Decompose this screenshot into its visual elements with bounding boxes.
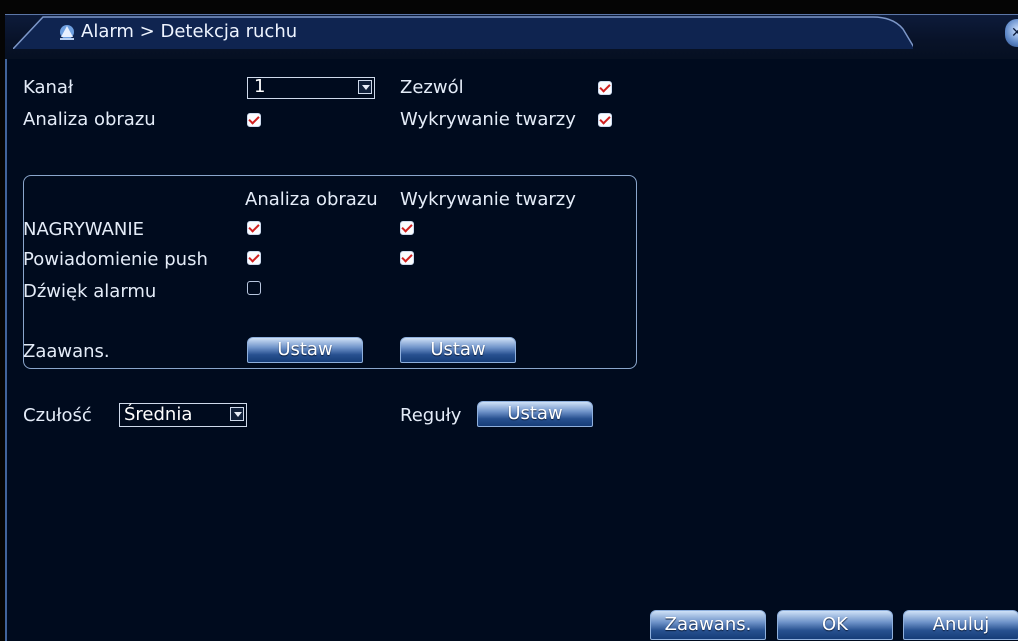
face-detection-label: Wykrywanie twarzy	[400, 109, 576, 130]
motion-detection-window: Alarm > Detekcja ruchu ✕ Kanał 1 Zezwól …	[5, 14, 1018, 641]
rules-label: Reguły	[400, 405, 462, 426]
alarm-sound-checkbox[interactable]	[247, 281, 261, 295]
record-label: NAGRYWANIE	[23, 219, 145, 240]
image-analysis-set-button[interactable]: Ustaw	[247, 337, 363, 363]
record-face-detection-checkbox[interactable]	[400, 221, 414, 235]
ok-button[interactable]: OK	[777, 610, 893, 640]
title-tab: Alarm > Detekcja ruchu	[13, 15, 913, 49]
alarm-app-icon	[57, 23, 77, 41]
push-notification-label: Powiadomienie push	[23, 249, 208, 270]
close-icon[interactable]: ✕	[1011, 25, 1018, 41]
column-header-image-analysis: Analiza obrazu	[245, 189, 378, 210]
channel-label: Kanał	[23, 77, 74, 98]
rules-set-button[interactable]: Ustaw	[477, 401, 593, 427]
sensitivity-label: Czułość	[23, 405, 92, 426]
sensitivity-value: Średnia	[124, 404, 193, 425]
push-face-detection-checkbox[interactable]	[400, 251, 414, 265]
window-title: Alarm > Detekcja ruchu	[81, 21, 298, 42]
push-image-analysis-checkbox[interactable]	[247, 251, 261, 265]
group-advanced-label: Zaawans.	[23, 341, 110, 362]
record-image-analysis-checkbox[interactable]	[247, 221, 261, 235]
face-detection-checkbox[interactable]	[598, 113, 612, 127]
cancel-button[interactable]: Anuluj	[903, 610, 1018, 640]
sensitivity-select[interactable]: Średnia	[119, 403, 247, 427]
close-button[interactable]: ✕	[1005, 19, 1018, 47]
content-area: Kanał 1 Zezwól Analiza obrazu Wykrywanie…	[5, 59, 1018, 641]
title-bar: Alarm > Detekcja ruchu ✕	[5, 15, 1018, 59]
chevron-down-icon[interactable]	[358, 80, 372, 94]
channel-select[interactable]: 1	[247, 76, 375, 99]
column-header-face-detection: Wykrywanie twarzy	[400, 189, 576, 210]
chevron-down-icon[interactable]	[230, 407, 244, 421]
enable-label: Zezwól	[400, 77, 464, 98]
face-detection-set-button[interactable]: Ustaw	[400, 337, 516, 363]
image-analysis-checkbox[interactable]	[247, 113, 261, 127]
enable-checkbox[interactable]	[598, 81, 612, 95]
image-analysis-label: Analiza obrazu	[23, 109, 156, 130]
channel-value: 1	[254, 76, 266, 97]
advanced-button[interactable]: Zaawans.	[650, 610, 766, 640]
alarm-sound-label: Dźwięk alarmu	[23, 281, 157, 302]
